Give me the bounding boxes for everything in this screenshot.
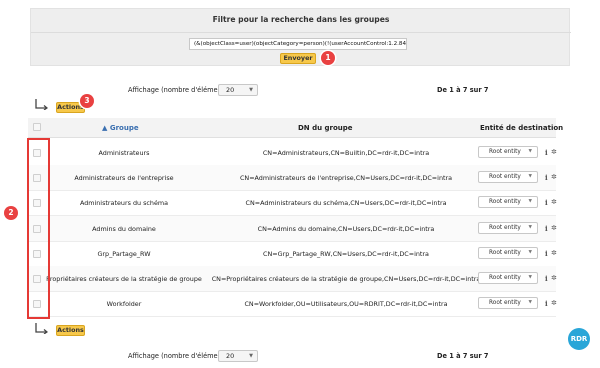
annotation-badge-1: 1	[321, 51, 335, 65]
group-dn: CN=Administrateurs du schéma,CN=Users,DC…	[245, 199, 447, 208]
column-header-entity[interactable]: Entité de destination	[480, 124, 563, 132]
annotation-badge-3: 3	[80, 94, 94, 108]
display-count-value: 20	[226, 86, 235, 94]
rdr-logo: RDR	[568, 328, 590, 350]
send-button[interactable]: Envoyer	[280, 53, 316, 64]
gear-icon[interactable]: ✲	[551, 274, 557, 282]
group-dn: CN=Admins du domaine,CN=Users,DC=rdr-it,…	[257, 224, 435, 233]
info-icon[interactable]: i	[545, 148, 548, 157]
caret-down-icon: ▼	[528, 224, 532, 230]
caret-down-icon: ▼	[528, 199, 532, 205]
entity-value: Root entity	[489, 224, 521, 231]
table-header: ▲ Groupe DN du groupe Entité de destinat…	[28, 118, 563, 138]
entity-value: Root entity	[489, 249, 521, 256]
caret-down-icon: ▼	[528, 174, 532, 180]
entity-select[interactable]: Root entity ▼	[478, 196, 538, 209]
info-icon[interactable]: i	[545, 173, 548, 182]
entity-value: Root entity	[489, 300, 521, 307]
entity-select[interactable]: Root entity ▼	[478, 221, 538, 234]
caret-down-icon: ▼	[249, 87, 253, 93]
entity-select[interactable]: Root entity ▼	[478, 246, 538, 259]
table-row: Grp_Partage_RW CN=Grp_Partage_RW,CN=Users…	[28, 241, 557, 267]
select-all-checkbox[interactable]	[33, 123, 41, 131]
info-icon[interactable]: i	[545, 249, 548, 258]
entity-select[interactable]: Root entity ▼	[478, 146, 538, 158]
display-count-value: 20	[226, 352, 235, 360]
pagination-info: De 1 à 7 sur 7	[437, 86, 489, 94]
sort-arrow-icon: ▲	[102, 124, 108, 132]
group-name: Administrateurs du schéma	[79, 199, 169, 208]
gear-icon[interactable]: ✲	[551, 148, 557, 156]
group-dn: CN=Grp_Partage_RW,CN=Users,DC=rdr-it,DC=…	[263, 249, 429, 258]
group-dn: CN=Propriétaires créateurs de la stratég…	[211, 275, 481, 283]
group-name: Admins du domaine	[92, 224, 156, 233]
entity-select[interactable]: Root entity ▼	[478, 272, 538, 284]
group-name: Propriétaires créateurs de la stratégie …	[46, 275, 202, 283]
column-header-group[interactable]: ▲ Groupe	[102, 124, 139, 132]
table-row: Administrateurs du schéma CN=Administrate…	[28, 190, 557, 217]
gear-icon[interactable]: ✲	[551, 299, 557, 307]
corner-arrow-icon	[35, 323, 48, 334]
filter-title: Filtre pour la recherche dans les groupe…	[212, 15, 390, 24]
table-row: Propriétaires créateurs de la stratégie …	[28, 266, 557, 292]
info-icon[interactable]: i	[545, 198, 548, 207]
filter-panel: Filtre pour la recherche dans les groupe…	[30, 8, 571, 66]
column-header-dn[interactable]: DN du groupe	[298, 124, 353, 132]
filter-query-input[interactable]: (&(objectClass=user)(objectCategory=pers…	[189, 38, 407, 50]
corner-arrow-icon	[35, 99, 48, 110]
table-row: Administrateurs de l'entreprise CN=Admini…	[28, 165, 557, 192]
display-count-select[interactable]: 20 ▼	[218, 84, 258, 96]
table-row: Admins du domaine CN=Admins du domaine,CN…	[28, 215, 557, 242]
gear-icon[interactable]: ✲	[551, 224, 557, 232]
group-dn: CN=Administrateurs,CN=Builtin,DC=rdr-it,…	[262, 149, 430, 157]
caret-down-icon: ▼	[528, 300, 532, 306]
annotation-badge-2: 2	[4, 206, 18, 220]
table-row: Administrateurs CN=Administrateurs,CN=Bui…	[28, 140, 557, 166]
info-icon[interactable]: i	[545, 299, 548, 308]
group-name: Workfolder	[106, 300, 142, 309]
entity-value: Root entity	[489, 275, 521, 281]
pagination-info-bottom: De 1 à 7 sur 7	[437, 352, 489, 360]
gear-icon[interactable]: ✲	[551, 198, 557, 206]
table-row: Workfolder CN=Workfolder,OU=Utilisateurs,…	[28, 291, 557, 318]
caret-down-icon: ▼	[528, 149, 532, 154]
caret-down-icon: ▼	[528, 249, 532, 255]
group-name: Administrateurs	[98, 149, 150, 157]
display-count-select-bottom[interactable]: 20 ▼	[218, 350, 258, 362]
entity-select[interactable]: Root entity ▼	[478, 297, 538, 310]
entity-value: Root entity	[489, 174, 521, 181]
info-icon[interactable]: i	[545, 224, 548, 233]
gear-icon[interactable]: ✲	[551, 249, 557, 257]
filter-divider	[31, 32, 571, 33]
caret-down-icon: ▼	[528, 275, 532, 280]
group-name: Administrateurs de l'entreprise	[74, 174, 174, 183]
gear-icon[interactable]: ✲	[551, 173, 557, 181]
entity-select[interactable]: Root entity ▼	[478, 171, 538, 184]
caret-down-icon: ▼	[249, 353, 253, 359]
checkbox-column-highlight	[27, 138, 50, 319]
info-icon[interactable]: i	[545, 274, 548, 283]
display-count-label-bottom: Affichage (nombre d'éléments)	[128, 352, 231, 360]
group-dn: CN=Workfolder,OU=Utilisateurs,OU=RDRIT,D…	[244, 300, 448, 309]
entity-value: Root entity	[489, 149, 521, 155]
actions-button-bottom[interactable]: Actions	[56, 325, 85, 336]
entity-value: Root entity	[489, 199, 521, 206]
group-name: Grp_Partage_RW	[97, 249, 151, 258]
display-count-label: Affichage (nombre d'éléments)	[128, 86, 231, 94]
group-dn: CN=Administrateurs de l'entreprise,CN=Us…	[239, 174, 453, 183]
